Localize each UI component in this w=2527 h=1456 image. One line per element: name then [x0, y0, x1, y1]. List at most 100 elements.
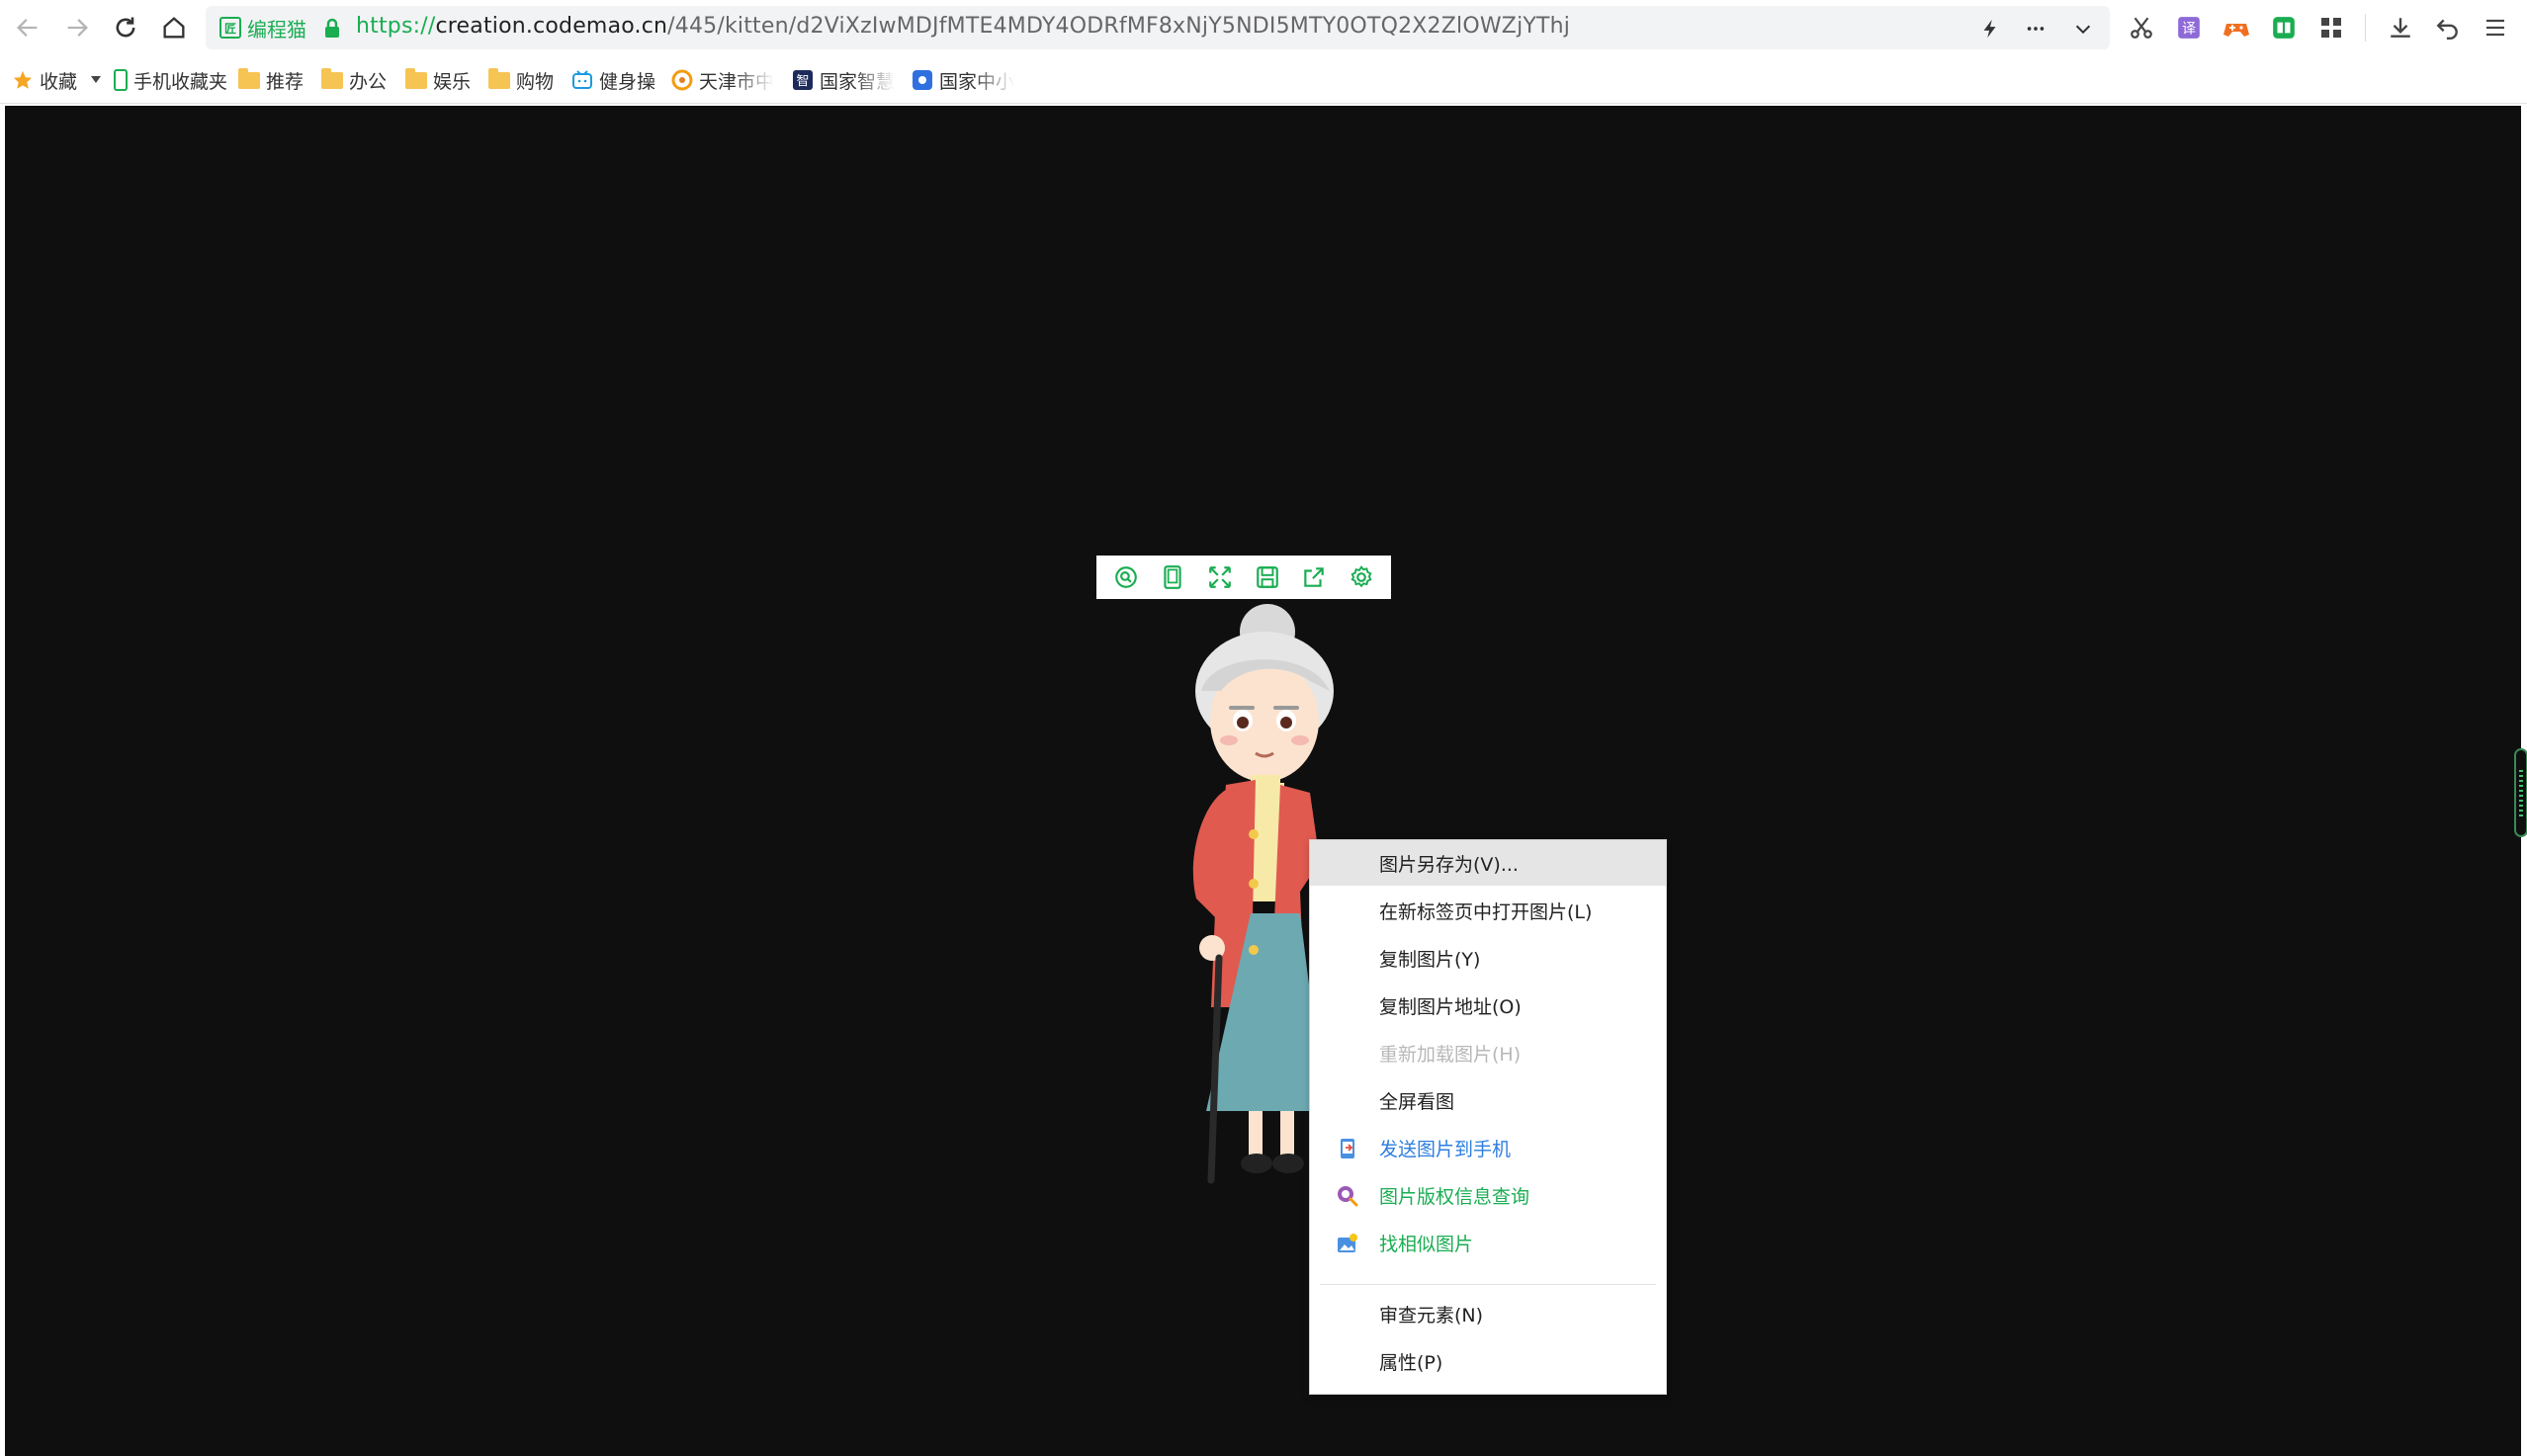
more-dots-icon	[2027, 27, 2045, 31]
bookmark-link[interactable]: 健身操	[571, 67, 655, 93]
svg-text:译: 译	[2182, 21, 2196, 37]
menu-item-label: 属性(P)	[1379, 1351, 1443, 1374]
menu-item-label: 在新标签页中打开图片(L)	[1379, 900, 1593, 923]
arrow-left-icon	[17, 19, 38, 37]
url-text[interactable]: https://creation.codemao.cn/445/kitten/d…	[356, 14, 1570, 39]
bookmark-label: 国家中小	[939, 70, 1014, 93]
site-logo-icon: 匠	[219, 17, 241, 39]
bookmark-label: 天津市中	[699, 70, 774, 93]
download-button[interactable]	[2385, 12, 2416, 43]
image-context-menu: 图片另存为(V)... 在新标签页中打开图片(L) 复制图片(Y) 复制图片地址…	[1309, 839, 1667, 1395]
fullscreen-button[interactable]	[1203, 560, 1237, 594]
menu-item-inspect-element[interactable]: 审查元素(N)	[1310, 1291, 1666, 1336]
address-bar[interactable]: 匠 编程猫 https://creation.codemao.cn/445/ki…	[206, 6, 2110, 49]
dropdown-button[interactable]	[2068, 14, 2098, 43]
bookmark-label: 办公	[349, 70, 388, 93]
menu-item-fullscreen-view[interactable]: 全屏看图	[1310, 1077, 1666, 1123]
phone-send-icon	[1341, 1139, 1354, 1158]
search-icon	[1114, 566, 1137, 588]
reload-icon	[116, 17, 135, 38]
phone-icon	[114, 69, 128, 91]
hamburger-icon	[2486, 19, 2504, 37]
menu-button[interactable]	[2480, 12, 2511, 43]
scissors-icon	[2131, 17, 2152, 39]
folder-icon	[238, 67, 260, 91]
download-icon	[2391, 18, 2410, 38]
bookmark-label: 娱乐	[433, 70, 472, 93]
star-icon	[12, 69, 34, 91]
save-button[interactable]	[1251, 560, 1284, 594]
share-icon	[1304, 567, 1325, 587]
site-identity[interactable]: 匠 编程猫	[219, 14, 306, 42]
grid-icon	[2321, 18, 2341, 38]
bookmark-label: 国家智慧	[820, 70, 895, 93]
bookmark-folder[interactable]: 购物	[488, 67, 554, 93]
svg-text:智: 智	[796, 74, 809, 89]
menu-item-send-to-phone[interactable]: 发送图片到手机	[1310, 1125, 1666, 1170]
page-content: 图片另存为(V)... 在新标签页中打开图片(L) 复制图片(Y) 复制图片地址…	[5, 106, 2527, 1456]
bookmark-link[interactable]: 智 国家智慧	[792, 67, 895, 93]
bookmark-link[interactable]: 天津市中	[671, 67, 774, 93]
menu-item-label: 找相似图片	[1379, 1233, 1474, 1255]
menu-item-label: 图片另存为(V)...	[1379, 853, 1519, 876]
menu-item-copy-image[interactable]: 复制图片(Y)	[1310, 935, 1666, 981]
lightning-icon	[1983, 19, 1996, 39]
folder-icon	[488, 67, 510, 91]
bookmark-label: 收藏	[40, 70, 78, 93]
translate-button[interactable]: 译	[2173, 12, 2205, 43]
apps-button[interactable]	[2315, 12, 2347, 43]
menu-item-open-image-new-tab[interactable]: 在新标签页中打开图片(L)	[1310, 888, 1666, 933]
forward-button[interactable]	[59, 10, 95, 45]
search-button[interactable]	[1109, 560, 1143, 594]
fullscreen-icon	[1209, 566, 1231, 588]
screenshot-button[interactable]	[2126, 12, 2157, 43]
menu-item-label: 审查元素(N)	[1379, 1304, 1484, 1327]
bilibili-icon	[571, 69, 593, 91]
menu-item-label: 重新加载图片(H)	[1379, 1043, 1522, 1066]
bookmark-folder[interactable]: 办公	[321, 67, 387, 93]
zhi-icon: 智	[792, 69, 814, 91]
menu-item-find-similar[interactable]: 找相似图片	[1310, 1220, 1666, 1265]
back-button[interactable]	[10, 10, 45, 45]
bookmark-favorites[interactable]: 收藏	[12, 67, 102, 93]
bookmarks-bar: 收藏 手机收藏夹 推荐 办公 娱乐 购物 健身操 天津市中 智 国家智慧 国家中…	[0, 57, 2527, 104]
menu-item-label: 发送图片到手机	[1379, 1138, 1512, 1160]
folder-icon	[405, 67, 427, 91]
bookmark-label: 购物	[516, 70, 555, 93]
copyright-search-icon	[1338, 1186, 1358, 1207]
bookmark-folder[interactable]: 推荐	[238, 67, 304, 93]
bookmark-label: 推荐	[266, 70, 305, 93]
share-button[interactable]	[1297, 560, 1331, 594]
menu-item-copyright-query[interactable]: 图片版权信息查询	[1310, 1172, 1666, 1218]
menu-item-reload-image[interactable]: 重新加载图片(H)	[1310, 1030, 1666, 1075]
menu-item-copy-image-address[interactable]: 复制图片地址(O)	[1310, 983, 1666, 1028]
settings-icon	[1351, 565, 1372, 588]
speed-mode-button[interactable]	[1975, 14, 2005, 43]
menu-item-properties[interactable]: 属性(P)	[1310, 1338, 1666, 1384]
site-name: 编程猫	[247, 17, 306, 42]
bookmark-folder[interactable]: 娱乐	[405, 67, 471, 93]
similar-image-icon	[1338, 1234, 1357, 1252]
side-scroll-handle[interactable]	[2514, 748, 2527, 837]
bookmark-link[interactable]: 国家中小	[912, 67, 1014, 93]
scroll-grip	[2519, 770, 2523, 817]
bookmark-mobile[interactable]: 手机收藏夹	[114, 67, 227, 93]
home-icon	[163, 17, 185, 39]
url-protocol: https://	[356, 14, 436, 39]
tablet-button[interactable]	[1156, 560, 1189, 594]
edu-icon	[912, 69, 933, 91]
reload-button[interactable]	[108, 10, 143, 45]
settings-button[interactable]	[1345, 560, 1378, 594]
home-button[interactable]	[156, 10, 192, 45]
menu-item-save-image-as[interactable]: 图片另存为(V)...	[1310, 840, 1666, 886]
more-button[interactable]	[2021, 14, 2050, 43]
reader-button[interactable]	[2268, 12, 2300, 43]
url-path: /445/kitten/d2ViXzIwMDJfMTE4MDY4ODRfMF8x…	[667, 14, 1571, 39]
undo-button[interactable]	[2432, 12, 2464, 43]
arrow-right-icon	[67, 19, 88, 37]
game-button[interactable]	[2221, 12, 2252, 43]
chevron-down-icon	[2075, 25, 2091, 35]
translate-icon: 译	[2178, 17, 2200, 39]
sogou-icon	[671, 69, 693, 91]
tablet-icon	[1164, 565, 1182, 589]
